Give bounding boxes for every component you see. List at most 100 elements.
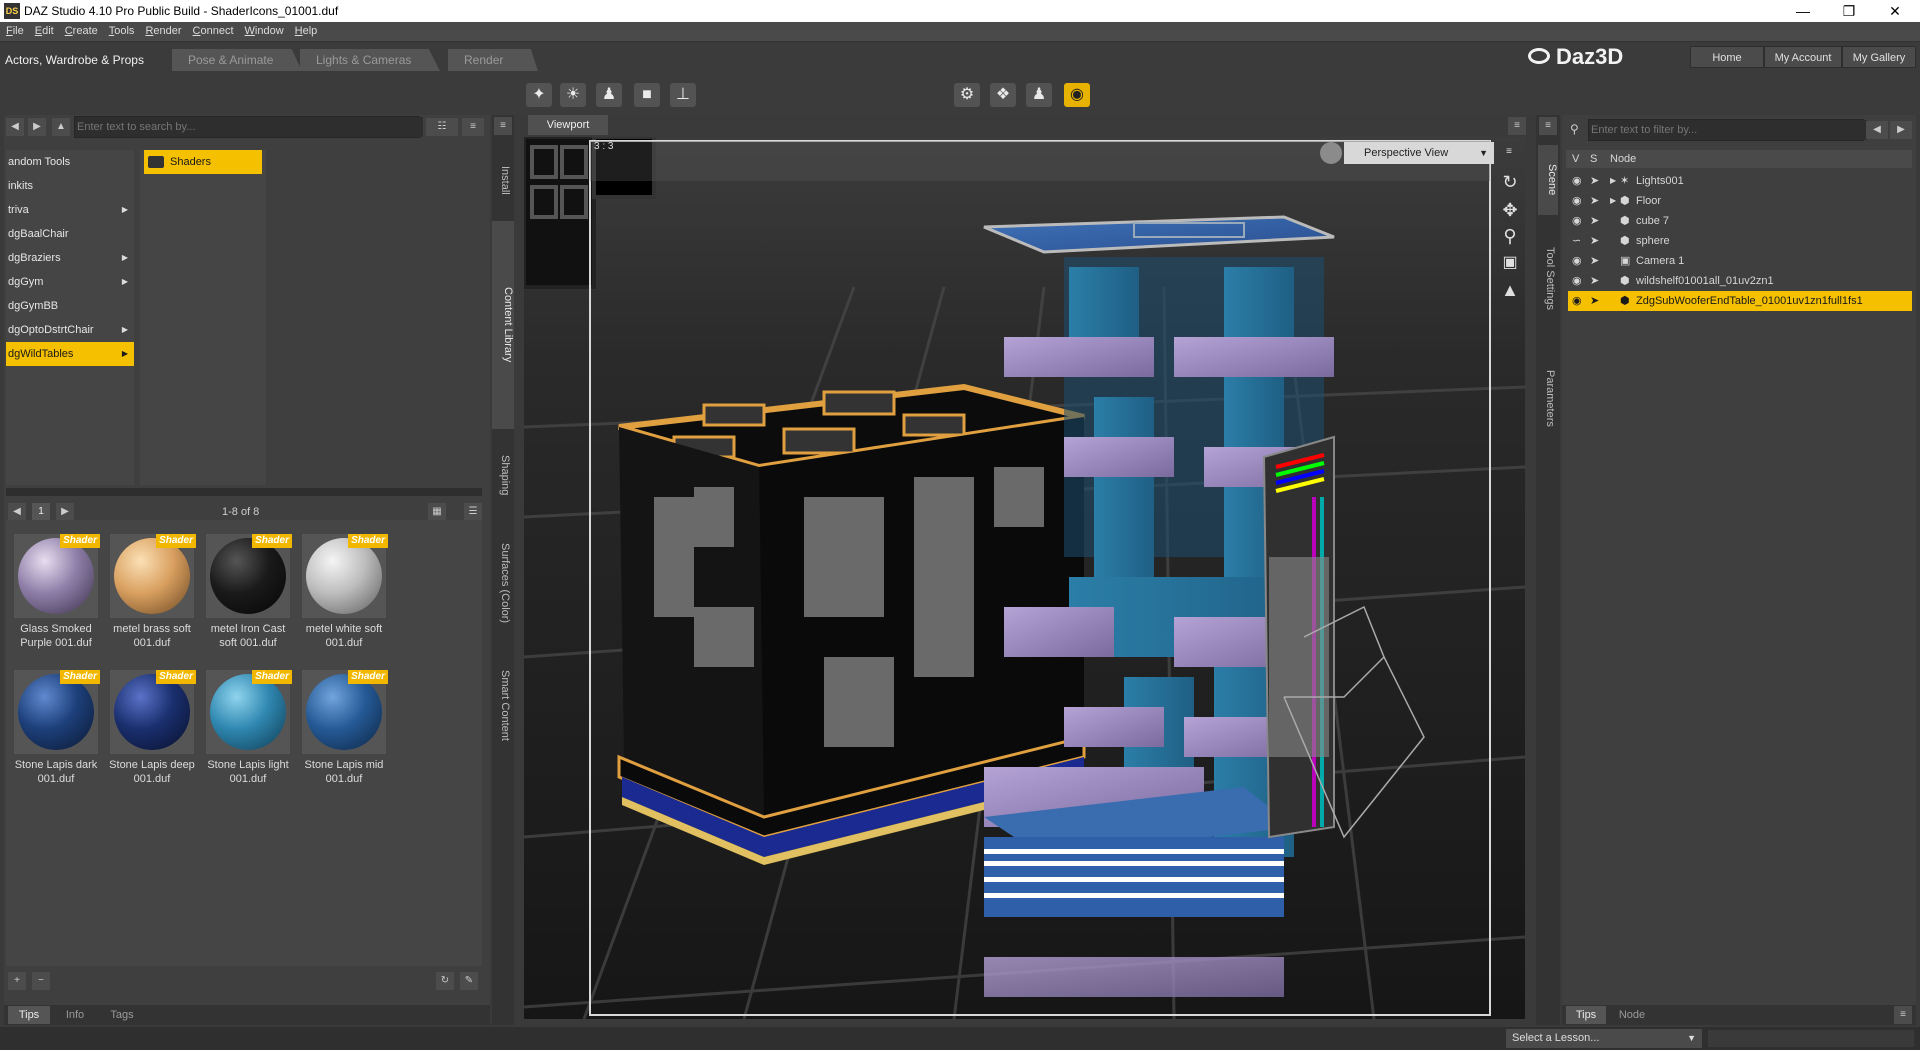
- content-item[interactable]: Shader metel Iron Cast soft 001.duf: [202, 526, 294, 652]
- universal-tool-icon[interactable]: ♟: [596, 83, 622, 107]
- view-mode-dropdown[interactable]: Perspective View ▼: [1344, 142, 1494, 164]
- maximize-icon[interactable]: ❐: [1826, 0, 1872, 22]
- minimize-icon[interactable]: —: [1780, 0, 1826, 22]
- next-match-icon[interactable]: ▶: [1890, 121, 1912, 139]
- menu-render[interactable]: Render: [139, 22, 186, 37]
- eye-icon[interactable]: ◉: [1572, 271, 1582, 291]
- tab-install[interactable]: Install: [495, 145, 511, 215]
- eye-hidden-icon[interactable]: ∽: [1572, 231, 1581, 251]
- rotate-tool-icon[interactable]: ⊥: [670, 83, 696, 107]
- folder-item[interactable]: dgGymBB: [6, 294, 134, 318]
- lesson-select[interactable]: Select a Lesson... ▼: [1506, 1029, 1702, 1048]
- scene-node-row[interactable]: ◉ ➤ ▣ Camera 1: [1568, 251, 1912, 271]
- scene-node-row[interactable]: ◉ ➤ ⬢ wildshelf01001all_01uv2zn1: [1568, 271, 1912, 291]
- expand-arrow-icon[interactable]: ▶: [122, 198, 128, 222]
- home-button[interactable]: Home: [1690, 46, 1764, 68]
- viewport-light-icon[interactable]: [1320, 142, 1342, 164]
- scene-filter-input[interactable]: [1589, 120, 1867, 140]
- zoom-icon[interactable]: ⚲: [1498, 226, 1522, 250]
- my-gallery-button[interactable]: My Gallery: [1842, 46, 1916, 68]
- up-arrow-icon[interactable]: ▲: [52, 118, 70, 136]
- render-icon[interactable]: ❖: [990, 83, 1016, 107]
- forward-arrow-icon[interactable]: ▶: [28, 118, 46, 136]
- menu-edit[interactable]: Edit: [29, 22, 59, 37]
- remove-icon[interactable]: −: [32, 972, 50, 990]
- tab-surfaces-color[interactable]: Surfaces (Color): [495, 523, 511, 643]
- select-arrow-icon[interactable]: ➤: [1590, 231, 1599, 251]
- tab-lights-cameras[interactable]: Lights & Cameras: [300, 49, 440, 71]
- folder-item[interactable]: dgBaalChair: [6, 222, 134, 246]
- scene-node-row[interactable]: ◉ ➤ ▶ ⬢ Floor: [1568, 191, 1912, 211]
- render-settings-icon[interactable]: ⚙: [954, 83, 980, 107]
- content-item[interactable]: Shader metel white soft 001.duf: [298, 526, 390, 652]
- prev-match-icon[interactable]: ◀: [1866, 121, 1888, 139]
- my-account-button[interactable]: My Account: [1764, 46, 1842, 68]
- 3d-viewport-canvas[interactable]: 3 : 3: [524, 137, 1525, 1019]
- tab-pose-animate[interactable]: Pose & Animate: [172, 49, 302, 71]
- select-arrow-icon[interactable]: ➤: [1590, 291, 1599, 311]
- pane-options-icon[interactable]: ≡: [1894, 1006, 1912, 1024]
- thumbnail-view-icon[interactable]: ▦: [428, 503, 446, 521]
- column-visible[interactable]: V: [1572, 153, 1579, 165]
- menu-tools[interactable]: Tools: [103, 22, 140, 37]
- list-view-icon[interactable]: ☰: [464, 503, 482, 521]
- figure-icon[interactable]: ♟: [1026, 83, 1052, 107]
- reset-view-icon[interactable]: ▲: [1498, 280, 1522, 304]
- menu-create[interactable]: Create: [59, 22, 103, 37]
- eye-icon[interactable]: ◉: [1572, 291, 1582, 311]
- folder-item[interactable]: andom Tools: [6, 150, 134, 174]
- content-item[interactable]: Shader Stone Lapis mid 001.duf: [298, 662, 390, 788]
- folder-item[interactable]: dgBraziers ▶: [6, 246, 134, 270]
- select-arrow-icon[interactable]: ➤: [1590, 171, 1599, 191]
- folder-item[interactable]: dgGym ▶: [6, 270, 134, 294]
- tab-scene[interactable]: Scene: [1538, 145, 1558, 215]
- back-arrow-icon[interactable]: ◀: [6, 118, 24, 136]
- pane-options-icon[interactable]: ≡: [494, 117, 512, 135]
- expand-arrow-icon[interactable]: ▶: [122, 246, 128, 270]
- content-item[interactable]: Shader metel brass soft 001.duf: [106, 526, 198, 652]
- expand-arrow-icon[interactable]: ▶: [1610, 171, 1616, 191]
- orbit-icon[interactable]: ↻: [1498, 172, 1522, 196]
- eye-icon[interactable]: ◉: [1572, 171, 1582, 191]
- select-arrow-icon[interactable]: ➤: [1590, 191, 1599, 211]
- scene-node-row[interactable]: ∽ ➤ ⬢ sphere: [1568, 231, 1912, 251]
- column-node[interactable]: Node: [1610, 153, 1636, 165]
- select-arrow-icon[interactable]: ➤: [1590, 271, 1599, 291]
- folder-item[interactable]: triva ▶: [6, 198, 134, 222]
- tab-tips[interactable]: Tips: [1566, 1006, 1606, 1024]
- eye-icon[interactable]: ◉: [1572, 211, 1582, 231]
- tab-content-library[interactable]: Content Library: [492, 221, 514, 429]
- pane-menu-icon[interactable]: ≡: [462, 118, 484, 136]
- database-icon[interactable]: ☷: [426, 118, 458, 136]
- camera-icon[interactable]: ◉: [1064, 83, 1090, 107]
- next-page-icon[interactable]: ▶: [56, 503, 74, 521]
- scene-node-row-selected[interactable]: ◉ ➤ ⬢ ZdgSubWooferEndTable_01001uv1zn1full1…: [1568, 291, 1912, 311]
- expand-arrow-icon[interactable]: ▶: [122, 318, 128, 342]
- scene-node-row[interactable]: ◉ ➤ ▶ ✶ Lights001: [1568, 171, 1912, 191]
- folder-item[interactable]: inkits: [6, 174, 134, 198]
- content-item[interactable]: Shader Stone Lapis dark 001.duf: [10, 662, 102, 788]
- close-icon[interactable]: ✕: [1872, 0, 1918, 22]
- tab-smart-content[interactable]: Smart Content: [495, 655, 511, 755]
- surface-selection-tool-icon[interactable]: ☀: [560, 83, 586, 107]
- subfolder-shaders[interactable]: Shaders: [144, 150, 262, 174]
- horizontal-scrollbar[interactable]: [6, 488, 482, 496]
- translate-tool-icon[interactable]: ■: [634, 83, 660, 107]
- tab-actors-wardrobe-props[interactable]: Actors, Wardrobe & Props: [0, 49, 180, 71]
- prev-page-icon[interactable]: ◀: [8, 503, 26, 521]
- folder-item[interactable]: dgOptoDstrtChair ▶: [6, 318, 134, 342]
- expand-arrow-icon[interactable]: ▶: [122, 270, 128, 294]
- column-selectable[interactable]: S: [1590, 153, 1597, 165]
- tab-render[interactable]: Render: [448, 49, 538, 71]
- content-search-input[interactable]: [75, 117, 423, 137]
- tab-tags[interactable]: Tags: [100, 1006, 144, 1024]
- eye-icon[interactable]: ◉: [1572, 251, 1582, 271]
- menu-window[interactable]: Window: [239, 22, 289, 37]
- content-item[interactable]: Shader Stone Lapis deep 001.duf: [106, 662, 198, 788]
- add-icon[interactable]: +: [8, 972, 26, 990]
- tab-tips[interactable]: Tips: [8, 1006, 50, 1024]
- page-number[interactable]: 1: [32, 503, 50, 521]
- content-item[interactable]: Shader Stone Lapis light 001.duf: [202, 662, 294, 788]
- eye-icon[interactable]: ◉: [1572, 191, 1582, 211]
- node-selection-tool-icon[interactable]: ✦: [526, 83, 552, 107]
